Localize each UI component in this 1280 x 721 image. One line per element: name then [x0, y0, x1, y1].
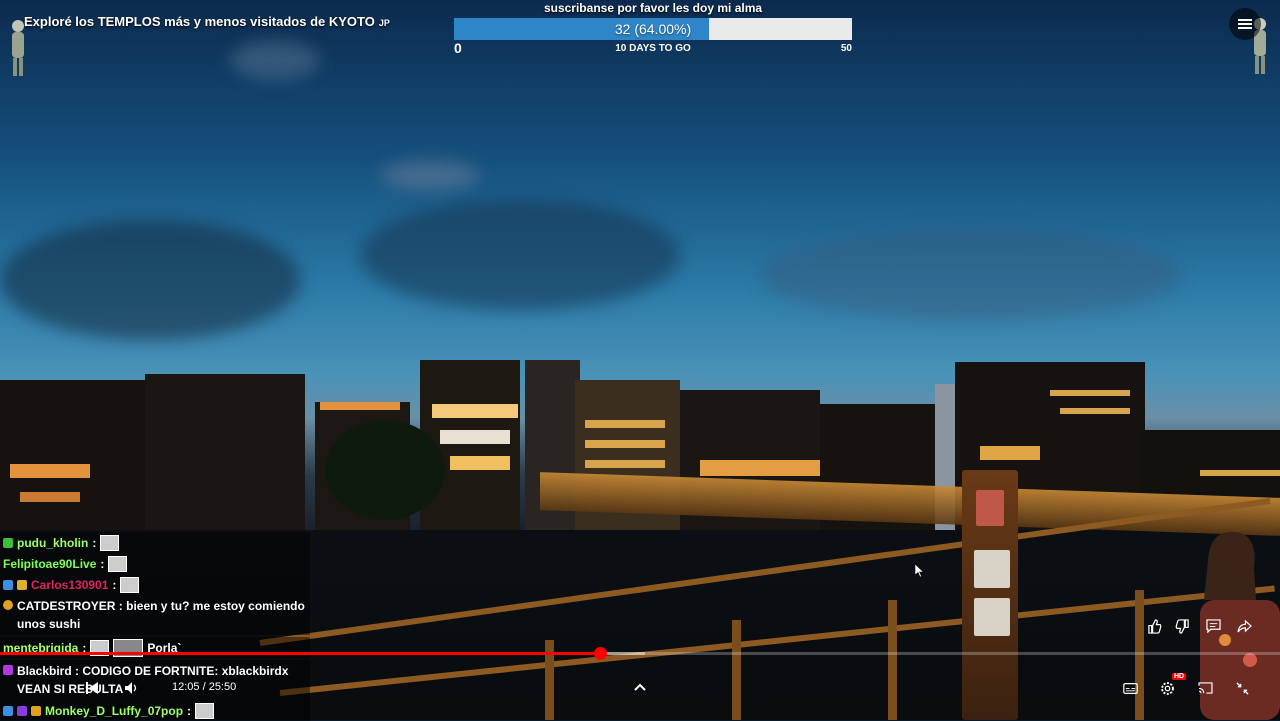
emote-icon [108, 555, 128, 572]
chat-message: CATDESTROYER : bieen y tu? me estoy comi… [0, 595, 310, 635]
goal-max-label: 50 [840, 43, 852, 54]
seek-bar[interactable] [0, 647, 1280, 660]
seek-bar-played [0, 652, 600, 655]
hd-badge: HD [1172, 673, 1187, 680]
emote-icon [120, 576, 140, 593]
railing-post [1135, 590, 1144, 720]
badge-icon [3, 579, 13, 590]
like-icon[interactable] [1144, 616, 1164, 636]
chat-username: CATDESTROYER [17, 599, 116, 613]
chat-message: Carlos130901 : [0, 574, 310, 595]
share-icon[interactable] [1234, 616, 1254, 636]
cloud [380, 160, 480, 190]
chat-text: : [100, 556, 105, 571]
badge-icon [3, 537, 13, 548]
chat-message: Monkey_D_Luffy_07pop : [0, 700, 310, 721]
goal-progress-bar: 32 (64.00%) [454, 18, 852, 40]
emote-icon [100, 534, 120, 551]
badge-icon [31, 705, 41, 716]
flag-label: JP [378, 18, 390, 28]
chat-username: Felipitoae90Live [3, 556, 97, 571]
sign-panel [974, 550, 1010, 588]
emote-icon [195, 702, 215, 719]
chat-text: : [187, 703, 192, 718]
badge-icon [17, 705, 27, 716]
exit-fullscreen-icon[interactable] [1232, 678, 1252, 698]
menu-icon [1238, 17, 1252, 31]
goal-days-left: 10 DAYS TO GO [615, 43, 691, 54]
chat-username: Monkey_D_Luffy_07pop [45, 703, 184, 718]
previous-icon[interactable] [82, 678, 102, 698]
volume-icon[interactable] [122, 678, 142, 698]
cursor-icon [915, 564, 924, 578]
settings-icon[interactable] [1157, 678, 1177, 698]
badge-icon [3, 665, 13, 675]
chat-message: Blackbird : CODIGO DE FORTNITE: xblackbi… [0, 660, 310, 700]
cloud [0, 220, 300, 340]
goal-title: suscribanse por favor les doy mi alma [543, 1, 763, 15]
chat-text: : [112, 577, 117, 592]
badge-icon [3, 600, 13, 610]
menu-button[interactable] [1229, 8, 1261, 40]
goal-progress-text: 32 (64.00%) [614, 21, 692, 37]
cast-icon[interactable] [1195, 678, 1215, 698]
mascot-left [12, 20, 24, 76]
dislike-icon[interactable] [1172, 616, 1192, 636]
chat-message: Felipitoae90Live : [0, 553, 310, 574]
cloud [760, 230, 1180, 320]
seek-bar-thumb[interactable] [593, 647, 607, 660]
cloud [230, 40, 320, 80]
sign-panel [976, 490, 1004, 526]
chat-username: Carlos130901 [31, 577, 109, 592]
railing-post [888, 600, 897, 720]
cloud [360, 200, 680, 310]
comment-icon[interactable] [1203, 616, 1223, 636]
chat-username: Blackbird [17, 664, 72, 678]
video-title-text: Exploré los TEMPLOS más y menos visitado… [24, 14, 375, 29]
time-display: 12:05 / 25:50 [172, 681, 237, 693]
badge-icon [3, 705, 13, 716]
video-title: Exploré los TEMPLOS más y menos visitado… [24, 14, 390, 29]
railing-post [732, 620, 741, 720]
chat-text: : [92, 535, 97, 550]
sign-post [962, 470, 1018, 720]
badge-icon [17, 579, 27, 590]
chat-message: pudu_kholin : [0, 532, 310, 553]
subtitles-icon[interactable] [1120, 678, 1140, 698]
subscriber-goal-widget: suscribanse por favor les doy mi alma 32… [454, 0, 852, 56]
chat-overlay: pudu_kholin : Felipitoae90Live : Carlos1… [0, 532, 310, 721]
chat-username: pudu_kholin [17, 535, 89, 550]
chevron-up-icon[interactable] [630, 677, 650, 697]
sign-panel [974, 598, 1010, 636]
